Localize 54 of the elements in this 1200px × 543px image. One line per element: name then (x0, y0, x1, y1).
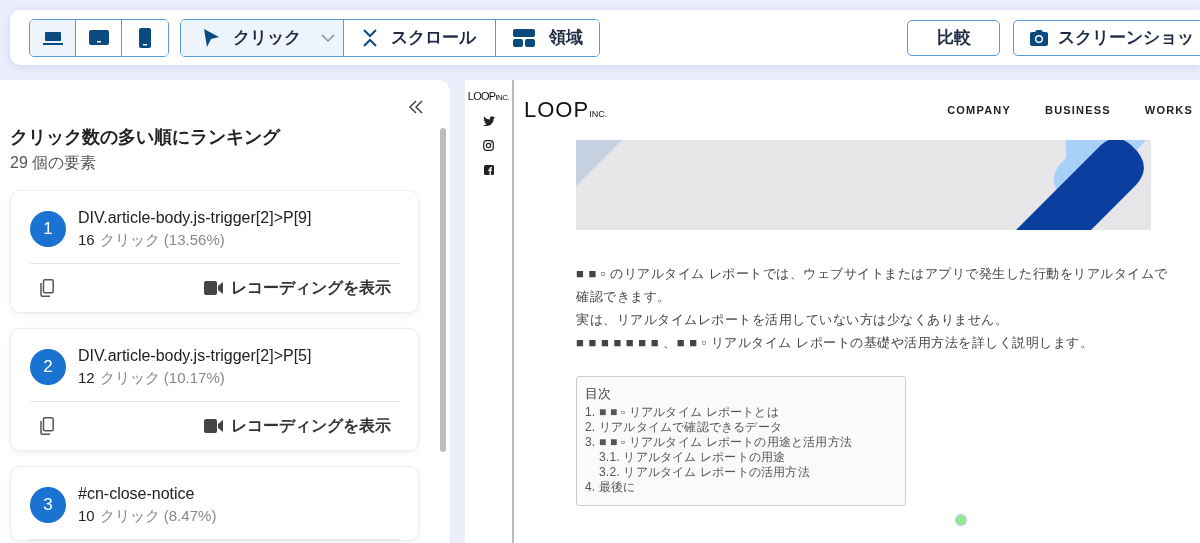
video-camera-icon (204, 419, 223, 433)
article-paragraph: ■ ■ ■ ■ ■ ■ ■ 、■ ■ ▫ リアルタイム レポートの基礎や活用方法を詳しく説明します。 (576, 334, 1094, 352)
collapse-icon[interactable] (409, 100, 423, 114)
ranking-card[interactable]: 3 #cn-close-notice 10 クリック (8.47%) (10, 466, 419, 541)
article-paragraph: ■ ■ ▫ のリアルタイム レポートでは、ウェブサイトまたはアプリで発生した行動をリアルタイムで確認できます。 (576, 265, 1169, 306)
device-toggle[interactable] (30, 19, 76, 56)
site-logo[interactable]: LOOP INC. (524, 97, 608, 123)
heatmap-spot (955, 514, 967, 526)
bird-icon[interactable] (482, 116, 495, 126)
scroll-icon (363, 28, 377, 47)
layout-icon (512, 28, 535, 47)
ranking-card[interactable]: 1 DIV.article-body.js-trigger[2]>P[9] 16 クリック (13.56%) レコーディングを表示 (10, 190, 419, 313)
nav-link[interactable]: COMPANY (947, 104, 1011, 116)
toc-link[interactable]: 2. リアルタイムで確認できるデータ (585, 420, 905, 435)
phone-icon (139, 27, 151, 48)
ranking-card[interactable]: 2 DIV.article-body.js-trigger[2]>P[5] 12 クリック (10.17%) レコーディングを表示 (10, 328, 419, 451)
rank-badge: 3 (30, 487, 66, 523)
click-share: クリック (8.47%) (99, 506, 217, 526)
element-selector: DIV.article-body.js-trigger[2]>P[9] (78, 208, 312, 227)
toc-link[interactable]: 3.1. リアルタイム レポートの用途 (585, 450, 905, 465)
cursor-icon (203, 28, 219, 47)
click-share: クリック (10.17%) (99, 368, 225, 388)
screenshot-button[interactable]: スクリーンショッ (1013, 19, 1200, 56)
panel-title: クリック数の多い順にランキング (10, 126, 282, 149)
toc-title: 目次 (585, 385, 612, 403)
element-selector: #cn-close-notice (78, 484, 196, 503)
toc-link[interactable]: 3. ■ ■ ▫ リアルタイム レポートの用途と活用方法 (585, 435, 905, 450)
click-count: 10 (78, 506, 95, 526)
article-paragraph: 実は、リアルタイムレポートを活用していない方は少なくありません。 (576, 311, 1009, 329)
toc-link[interactable]: 1. ■ ■ ▫ リアルタイム レポートとは (585, 405, 905, 420)
toc-link[interactable]: 4. 最後に (585, 480, 905, 495)
click-count: 16 (78, 230, 95, 250)
view-recording-button[interactable]: レコーディングを表示 (204, 277, 400, 299)
site-logo[interactable]: LOOPINC. (467, 90, 510, 102)
rank-badge: 1 (30, 211, 66, 247)
nav-link[interactable]: WORKS (1144, 104, 1193, 116)
video-camera-icon (204, 281, 223, 295)
rank-badge: 2 (30, 349, 66, 385)
scrollbar[interactable] (440, 128, 446, 452)
view-recording-button[interactable]: レコーディングを表示 (204, 415, 400, 437)
compare-button[interactable]: 比較 (907, 19, 1000, 56)
laptop-icon (42, 30, 63, 45)
instagram-icon[interactable] (483, 140, 494, 151)
facebook-icon[interactable] (483, 165, 494, 175)
camera-icon (1030, 29, 1048, 46)
nav-link[interactable]: BUSINESS (1045, 104, 1111, 116)
element-selector: DIV.article-body.js-trigger[2]>P[5] (78, 346, 312, 365)
click-count: 12 (78, 368, 95, 388)
mode-tab[interactable]: クリック (181, 19, 344, 56)
element-count: 29 個の要素 (10, 153, 98, 173)
chevron-down-icon[interactable] (321, 33, 335, 42)
tablet-icon (88, 30, 109, 45)
toc-link[interactable]: 3.2. リアルタイム レポートの活用方法 (585, 465, 905, 480)
click-share: クリック (13.56%) (99, 230, 225, 250)
